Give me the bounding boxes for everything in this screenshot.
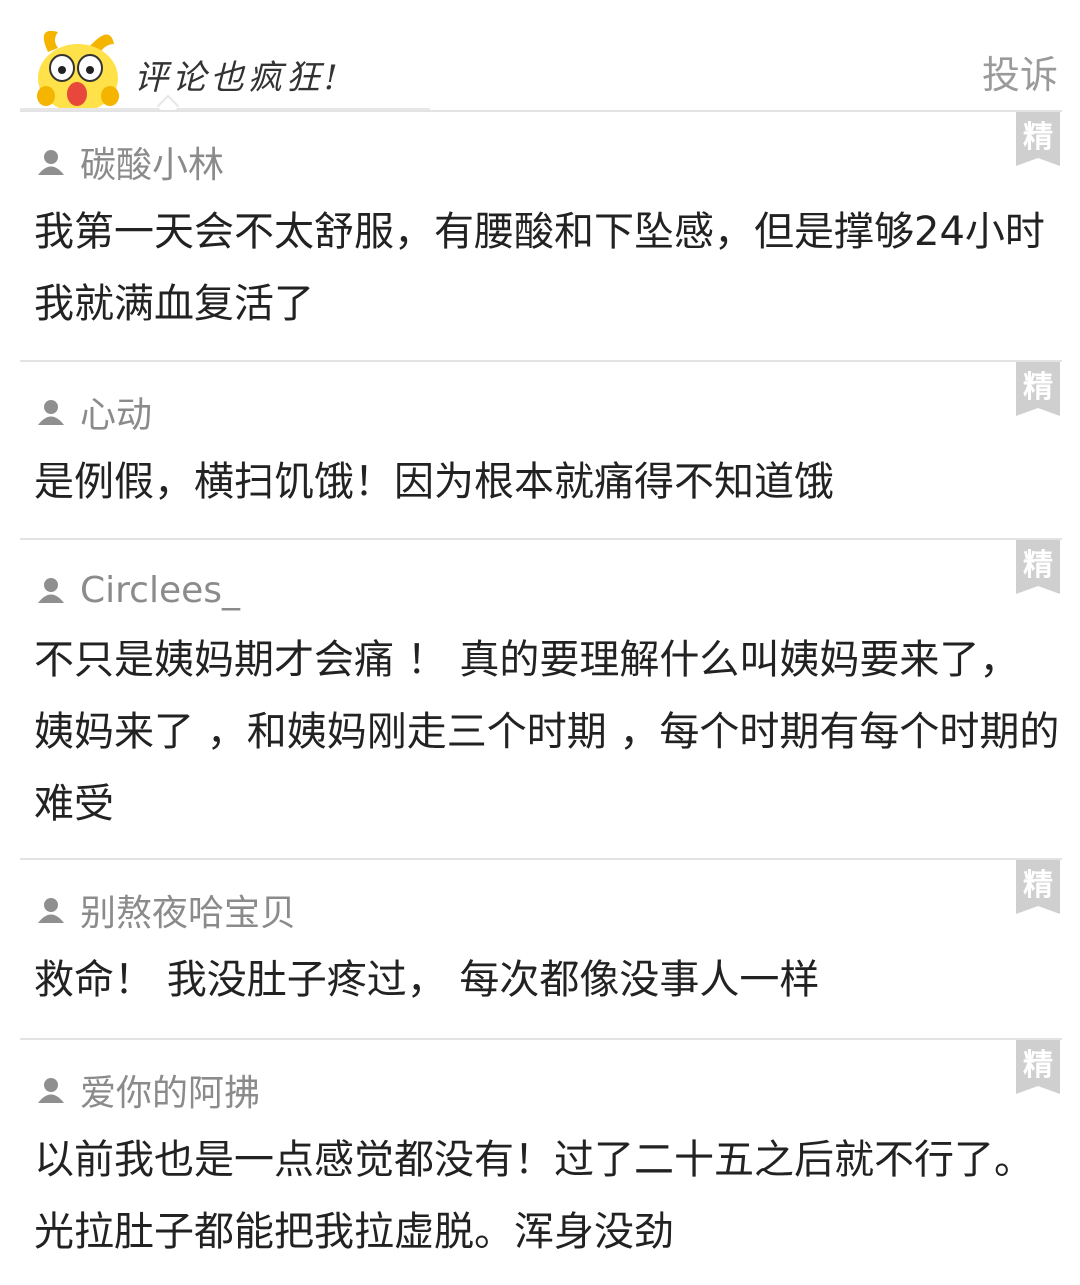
- featured-badge: 精: [1016, 1040, 1060, 1086]
- featured-badge-tail: [1016, 586, 1060, 594]
- comment-user[interactable]: 别熬夜哈宝贝: [36, 888, 296, 934]
- comment-user[interactable]: Circlees_: [36, 568, 240, 612]
- featured-badge: 精: [1016, 112, 1060, 158]
- header-title: 评论也疯狂!: [134, 58, 342, 98]
- comment-text: 以前我也是一点感觉都没有！过了二十五之后就不行了。光拉肚子都能把我拉虚脱。浑身没…: [34, 1137, 1034, 1255]
- report-button[interactable]: 投诉: [982, 44, 1058, 99]
- mascot-icon: [37, 30, 119, 112]
- featured-badge: 精: [1016, 540, 1060, 586]
- user-icon: [38, 1078, 64, 1103]
- comment-item: 精 Circlees_ 不只是姨妈期才会痛 ！ 真的要理解什么叫姨妈要来了， 姨…: [20, 538, 1062, 860]
- comment-user[interactable]: 碳酸小林: [36, 140, 224, 186]
- featured-badge: 精: [1016, 860, 1060, 906]
- user-icon: [38, 578, 64, 603]
- username: 别熬夜哈宝贝: [80, 893, 297, 934]
- username: 爱你的阿拂: [80, 1073, 261, 1114]
- featured-badge-tail: [1016, 1086, 1060, 1094]
- comment-user[interactable]: 爱你的阿拂: [36, 1068, 260, 1114]
- comments-header: 评论也疯狂! 投诉: [0, 0, 1080, 118]
- featured-badge-tail: [1016, 408, 1060, 416]
- comment-text: 是例假，横扫饥饿！因为根本就痛得不知道饿: [34, 459, 834, 505]
- comment-item: 精 心动 是例假，横扫饥饿！因为根本就痛得不知道饿: [20, 360, 1062, 540]
- user-icon: [38, 150, 64, 175]
- comment-item: 精 爱你的阿拂 以前我也是一点感觉都没有！过了二十五之后就不行了。光拉肚子都能把…: [20, 1038, 1062, 1285]
- comment-text: 我第一天会不太舒服，有腰酸和下坠感，但是撑够24小时我就满血复活了: [34, 209, 1045, 327]
- comment-user[interactable]: 心动: [36, 390, 152, 436]
- comment-item: 精 碳酸小林 我第一天会不太舒服，有腰酸和下坠感，但是撑够24小时我就满血复活了: [20, 110, 1062, 362]
- username: 心动: [80, 395, 153, 436]
- featured-badge: 精: [1016, 362, 1060, 408]
- user-icon: [38, 400, 64, 425]
- comment-text: 不只是姨妈期才会痛 ！ 真的要理解什么叫姨妈要来了， 姨妈来了 ，和姨妈刚走三个…: [34, 637, 1060, 827]
- user-icon: [38, 898, 64, 923]
- comment-text: 救命！ 我没肚子疼过， 每次都像没事人一样: [34, 957, 820, 1003]
- featured-badge-tail: [1016, 906, 1060, 914]
- comment-item: 精 别熬夜哈宝贝 救命！ 我没肚子疼过， 每次都像没事人一样: [20, 858, 1062, 1040]
- featured-badge-tail: [1016, 158, 1060, 166]
- username: Circlees_: [80, 569, 240, 611]
- username: 碳酸小林: [80, 145, 225, 186]
